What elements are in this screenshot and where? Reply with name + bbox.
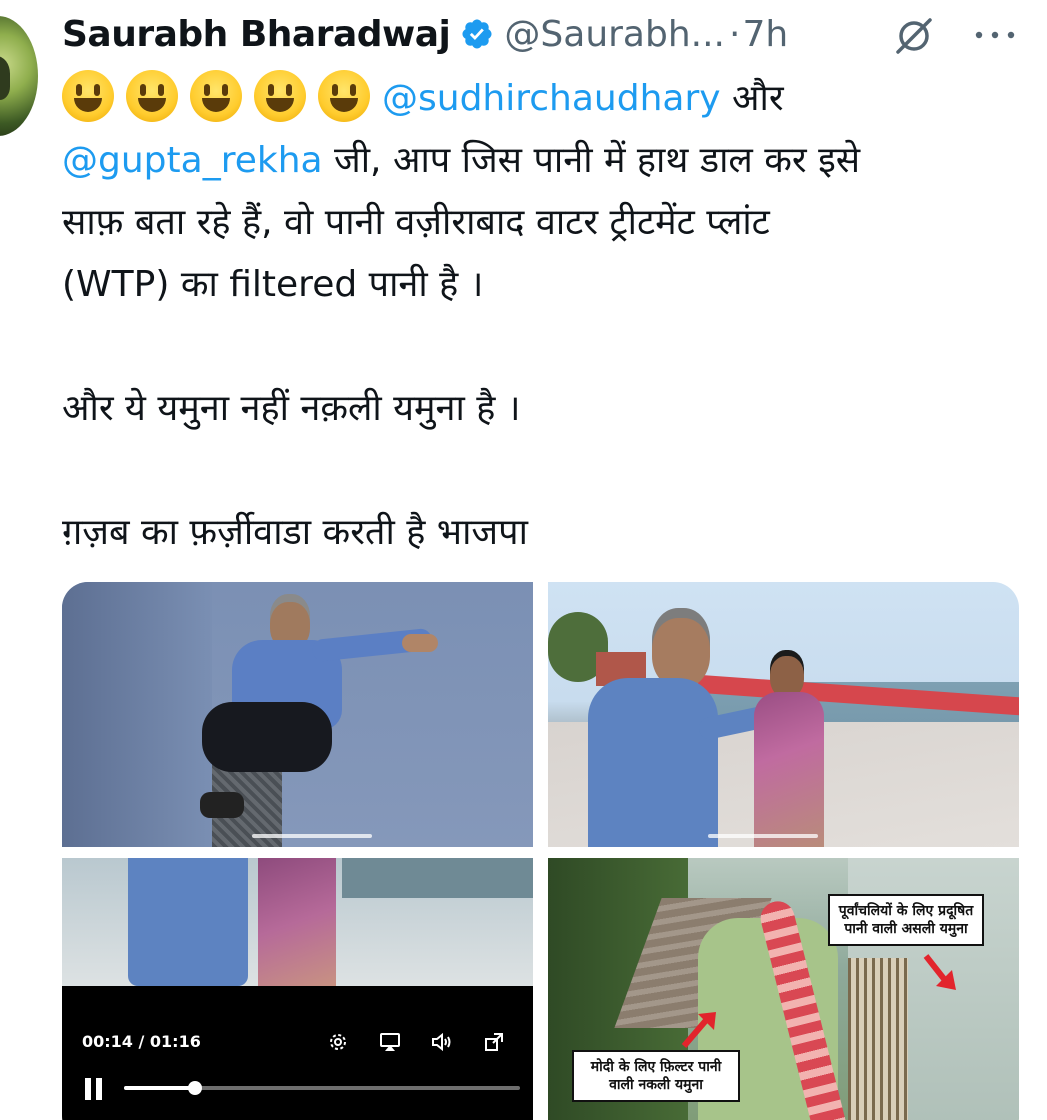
media-video[interactable]: 00:14 / 01:16	[62, 858, 533, 1120]
grinning-face-emoji	[254, 70, 306, 122]
woman-saree	[754, 692, 824, 847]
tweet-text-segment: जी, आप जिस पानी में हाथ डाल कर इसे	[322, 140, 861, 181]
tweet-line-2: @gupta_rekha जी, आप जिस पानी में हाथ डाल…	[62, 130, 1012, 192]
video-progress-thumb[interactable]	[188, 1081, 203, 1095]
pop-out-icon[interactable]	[482, 1030, 506, 1054]
grinning-face-emoji	[62, 70, 114, 122]
video-progress-track[interactable]	[124, 1081, 520, 1095]
separator-dot: ·	[729, 13, 741, 55]
bank-fence	[848, 958, 908, 1120]
embankment-wall	[62, 582, 212, 847]
settings-gear-icon[interactable]	[326, 1030, 350, 1054]
media-scrub-bar	[708, 834, 818, 838]
media-scrub-bar	[252, 834, 372, 838]
video-progress-fill	[124, 1086, 196, 1090]
airplay-icon[interactable]	[378, 1030, 402, 1054]
tweet-line-6: ग़ज़ब का फ़र्ज़ीवाडा करती है भाजपा	[62, 512, 528, 553]
pause-icon[interactable]	[82, 1076, 106, 1102]
media-image-2[interactable]	[548, 582, 1019, 847]
more-icon[interactable]	[970, 20, 1020, 50]
video-time: 00:14 / 01:16	[82, 1032, 201, 1051]
media-image-3[interactable]: पूर्वांचलियों के लिए प्रदूषित पानी वाली …	[548, 858, 1019, 1120]
person-shoes	[200, 792, 244, 818]
volume-icon[interactable]	[430, 1030, 454, 1054]
avatar[interactable]	[0, 16, 38, 136]
caption-real-yamuna: पूर्वांचलियों के लिए प्रदूषित पानी वाली …	[828, 894, 984, 946]
tweet-text-segment: और	[720, 78, 784, 119]
avatar-figure	[0, 56, 10, 100]
person-hand	[402, 634, 438, 652]
verified-badge-icon	[462, 19, 492, 49]
tweet-line-1: @sudhirchaudhary और	[62, 68, 1012, 130]
grinning-face-emoji	[126, 70, 178, 122]
tweet-body: @sudhirchaudhary और @gupta_rekha जी, आप …	[62, 68, 1012, 564]
caption-fake-yamuna: मोदी के लिए फ़िल्टर पानी वाली नकली यमुना	[572, 1050, 740, 1102]
tweet-line-3: साफ़ बता रहे हैं, वो पानी वज़ीराबाद वाटर…	[62, 202, 770, 243]
author-name[interactable]: Saurabh Bharadwaj	[62, 14, 451, 55]
video-controls: 00:14 / 01:16	[62, 986, 533, 1120]
grinning-face-emoji	[318, 70, 370, 122]
author-handle[interactable]: @Saurabh...	[504, 14, 725, 55]
mention-link[interactable]: @sudhirchaudhary	[382, 78, 721, 119]
video-railing	[342, 858, 533, 898]
media-image-1[interactable]	[62, 582, 533, 847]
person-pants	[202, 702, 332, 772]
mention-link[interactable]: @gupta_rekha	[62, 140, 323, 181]
red-arrow-icon	[923, 954, 956, 990]
media-grid: 00:14 / 01:16 पूर्वांचलियों के लिए प्रदू…	[62, 582, 1019, 1120]
video-woman-saree	[258, 858, 336, 986]
tweet-line-4: (WTP) का filtered पानी है ।	[62, 264, 484, 305]
video-man-shirt	[128, 858, 248, 986]
red-arrow-icon	[681, 1012, 716, 1048]
grok-icon[interactable]	[892, 14, 936, 58]
timestamp[interactable]: 7h	[742, 14, 788, 55]
tweet-line-5: और ये यमुना नहीं नक़ली यमुना है ।	[62, 388, 521, 429]
grinning-face-emoji	[190, 70, 242, 122]
tweet-header: Saurabh Bharadwaj @Saurabh... · 7h	[62, 8, 788, 60]
man-shirt	[588, 678, 718, 847]
